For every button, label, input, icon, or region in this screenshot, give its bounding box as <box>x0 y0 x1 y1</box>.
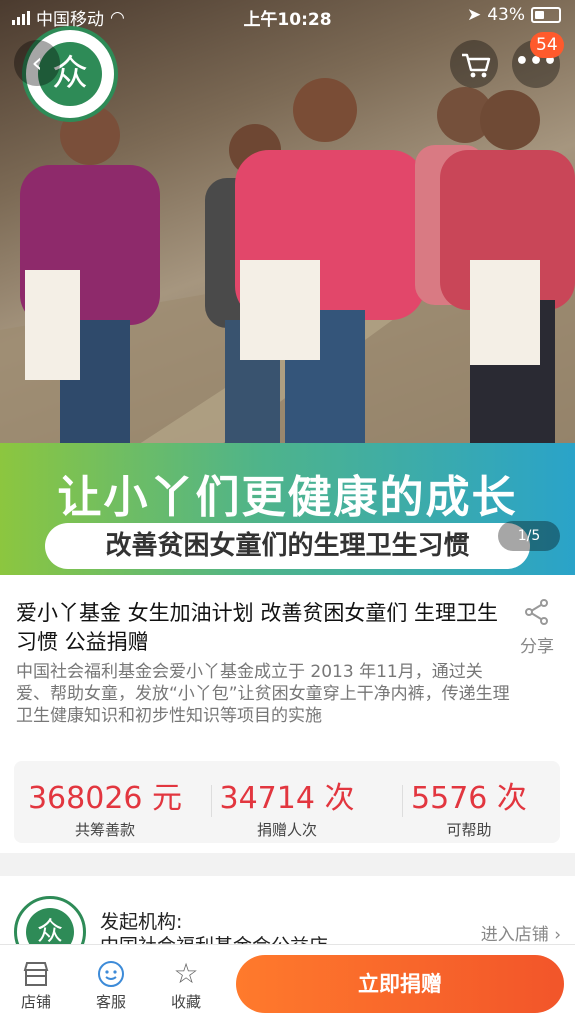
share-button[interactable]: 分享 <box>512 597 562 657</box>
service-label: 客服 <box>95 993 126 1011</box>
customer-service-tab[interactable]: 客服 <box>81 957 141 1012</box>
enter-shop-link[interactable]: 进入店铺 › <box>481 920 561 945</box>
stat-label: 共筹善款 <box>74 821 135 839</box>
donate-now-button[interactable]: 立即捐赠 <box>236 955 564 1013</box>
product-description: 中国社会福利基金会爱小丫基金成立于 2013 年11月，通过关爱、帮助女童，发放… <box>16 662 510 726</box>
enter-shop-label: 进入店铺 <box>480 925 549 945</box>
stat-donors: 34714 次 捐赠人次 <box>196 761 378 843</box>
shop-label: 店铺 <box>20 993 51 1011</box>
banner-title: 让小丫们更健康的成长 <box>57 472 518 523</box>
chevron-right-icon: › <box>554 925 561 945</box>
cart-icon <box>462 53 491 78</box>
stat-value: 368026 元 <box>27 781 183 816</box>
shop-tab[interactable]: 店铺 <box>6 957 66 1012</box>
chevron-left-icon: ‹ <box>31 46 43 79</box>
back-button[interactable]: ‹ <box>14 40 60 86</box>
product-title: 爱小丫基金 女生加油计划 改善贫困女童们 生理卫生习惯 公益捐赠 <box>16 601 499 654</box>
stat-value: 34714 次 <box>219 781 355 816</box>
stat-raised: 368026 元 共筹善款 <box>14 761 196 843</box>
share-label: 分享 <box>520 637 554 657</box>
stat-value: 5576 次 <box>411 781 527 816</box>
battery-icon <box>531 7 561 23</box>
product-info-card: 爱小丫基金 女生加油计划 改善贫困女童们 生理卫生习惯 公益捐赠 分享 中国社会… <box>0 575 575 853</box>
share-icon <box>525 599 548 625</box>
stat-label: 可帮助 <box>446 821 492 839</box>
favorite-tab[interactable]: ☆ 收藏 <box>156 957 216 1012</box>
battery-percent: 43% <box>487 5 525 25</box>
chat-icon <box>98 961 124 987</box>
banner-subtitle: 改善贫困女童们的生理卫生习惯 <box>45 523 530 569</box>
stat-helped: 5576 次 可帮助 <box>378 761 560 843</box>
promo-banner: 让小丫们更健康的成长 改善贫困女童们的生理卫生习惯 <box>0 443 575 575</box>
status-bar: 中国移动 ◠ 上午10:28 ➤ 43% <box>0 0 575 32</box>
favorite-label: 收藏 <box>170 993 201 1011</box>
hero-image[interactable]: 中国移动 ◠ 上午10:28 ➤ 43% 众 ‹ ••• 54 让小丫们更健康的… <box>0 0 575 575</box>
shop-icon <box>23 962 49 986</box>
bottom-action-bar: 店铺 客服 ☆ 收藏 立即捐赠 <box>0 944 575 1025</box>
donation-stats: 368026 元 共筹善款 34714 次 捐赠人次 5576 次 可帮助 <box>14 761 560 843</box>
cart-count-badge: 54 <box>530 32 564 58</box>
star-icon: ☆ <box>173 957 199 990</box>
organizer-label: 发起机构: <box>100 911 183 933</box>
location-icon: ➤ <box>466 5 482 25</box>
stat-label: 捐赠人次 <box>256 821 317 839</box>
image-pager: 1/5 <box>498 521 560 551</box>
cart-button[interactable] <box>450 40 498 88</box>
